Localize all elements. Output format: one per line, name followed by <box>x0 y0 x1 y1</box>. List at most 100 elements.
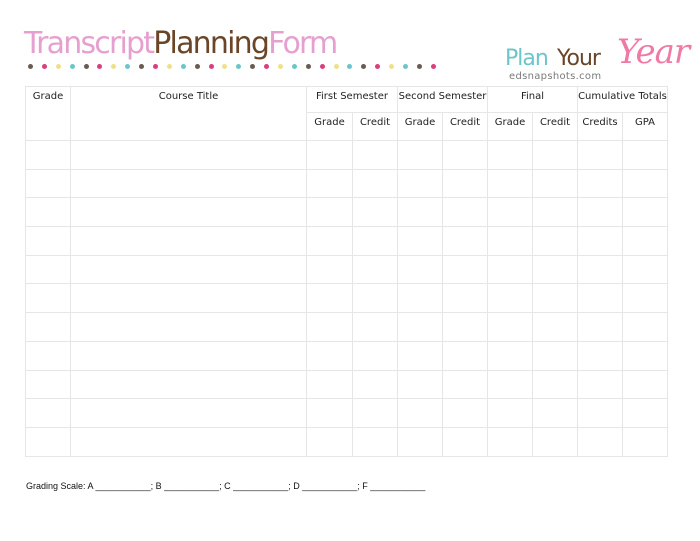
cell-second-grade[interactable] <box>397 140 443 170</box>
cell-first-credit[interactable] <box>352 398 398 428</box>
cell-second-grade[interactable] <box>397 426 443 457</box>
cell-first-credit[interactable] <box>352 340 398 371</box>
cell-first-grade[interactable] <box>306 140 353 170</box>
cell-first-credit[interactable] <box>352 283 398 314</box>
cell-second-grade[interactable] <box>397 168 443 199</box>
cell-final-credit[interactable] <box>532 340 578 371</box>
cell-final-credit[interactable] <box>532 283 578 314</box>
cell-final-credit[interactable] <box>532 398 578 428</box>
cell-second-credit[interactable] <box>442 426 488 457</box>
cell-cumulative-gpa[interactable] <box>622 197 668 228</box>
cell-grade[interactable] <box>25 226 71 256</box>
cell-first-credit[interactable] <box>352 254 398 285</box>
cell-second-credit[interactable] <box>442 168 488 199</box>
cell-final-credit[interactable] <box>532 369 578 400</box>
cell-second-credit[interactable] <box>442 398 488 428</box>
cell-final-grade[interactable] <box>487 426 533 457</box>
cell-second-credit[interactable] <box>442 283 488 314</box>
cell-grade[interactable] <box>25 283 71 314</box>
cell-cumulative-credits[interactable] <box>577 426 623 457</box>
cell-cumulative-gpa[interactable] <box>622 254 668 285</box>
cell-final-credit[interactable] <box>532 254 578 285</box>
cell-second-credit[interactable] <box>442 312 488 342</box>
cell-cumulative-gpa[interactable] <box>622 140 668 170</box>
cell-grade[interactable] <box>25 426 71 457</box>
cell-cumulative-gpa[interactable] <box>622 226 668 256</box>
cell-final-grade[interactable] <box>487 312 533 342</box>
cell-course-title[interactable] <box>70 226 307 256</box>
cell-course-title[interactable] <box>70 340 307 371</box>
cell-course-title[interactable] <box>70 398 307 428</box>
cell-second-credit[interactable] <box>442 369 488 400</box>
cell-second-credit[interactable] <box>442 254 488 285</box>
cell-cumulative-credits[interactable] <box>577 312 623 342</box>
cell-final-credit[interactable] <box>532 168 578 199</box>
cell-final-grade[interactable] <box>487 340 533 371</box>
cell-second-grade[interactable] <box>397 340 443 371</box>
cell-second-credit[interactable] <box>442 226 488 256</box>
cell-cumulative-gpa[interactable] <box>622 312 668 342</box>
cell-second-grade[interactable] <box>397 254 443 285</box>
cell-grade[interactable] <box>25 340 71 371</box>
cell-final-grade[interactable] <box>487 226 533 256</box>
cell-second-credit[interactable] <box>442 140 488 170</box>
cell-first-credit[interactable] <box>352 197 398 228</box>
cell-first-credit[interactable] <box>352 226 398 256</box>
cell-final-grade[interactable] <box>487 283 533 314</box>
cell-second-credit[interactable] <box>442 197 488 228</box>
cell-first-credit[interactable] <box>352 369 398 400</box>
cell-course-title[interactable] <box>70 140 307 170</box>
cell-grade[interactable] <box>25 254 71 285</box>
cell-grade[interactable] <box>25 398 71 428</box>
cell-final-grade[interactable] <box>487 398 533 428</box>
cell-first-grade[interactable] <box>306 369 353 400</box>
cell-first-credit[interactable] <box>352 312 398 342</box>
cell-cumulative-gpa[interactable] <box>622 340 668 371</box>
cell-first-grade[interactable] <box>306 168 353 199</box>
cell-grade[interactable] <box>25 140 71 170</box>
cell-first-grade[interactable] <box>306 398 353 428</box>
cell-first-credit[interactable] <box>352 140 398 170</box>
cell-final-credit[interactable] <box>532 226 578 256</box>
cell-second-grade[interactable] <box>397 369 443 400</box>
cell-cumulative-gpa[interactable] <box>622 168 668 199</box>
cell-cumulative-credits[interactable] <box>577 369 623 400</box>
cell-cumulative-gpa[interactable] <box>622 369 668 400</box>
cell-cumulative-credits[interactable] <box>577 340 623 371</box>
cell-final-grade[interactable] <box>487 140 533 170</box>
cell-cumulative-gpa[interactable] <box>622 426 668 457</box>
cell-course-title[interactable] <box>70 283 307 314</box>
cell-course-title[interactable] <box>70 369 307 400</box>
cell-cumulative-gpa[interactable] <box>622 398 668 428</box>
cell-first-grade[interactable] <box>306 197 353 228</box>
cell-course-title[interactable] <box>70 168 307 199</box>
cell-second-credit[interactable] <box>442 340 488 371</box>
cell-cumulative-credits[interactable] <box>577 254 623 285</box>
cell-first-grade[interactable] <box>306 426 353 457</box>
cell-final-grade[interactable] <box>487 254 533 285</box>
cell-course-title[interactable] <box>70 197 307 228</box>
cell-final-credit[interactable] <box>532 197 578 228</box>
cell-cumulative-credits[interactable] <box>577 226 623 256</box>
cell-first-credit[interactable] <box>352 168 398 199</box>
cell-first-grade[interactable] <box>306 254 353 285</box>
cell-final-credit[interactable] <box>532 426 578 457</box>
cell-second-grade[interactable] <box>397 398 443 428</box>
cell-grade[interactable] <box>25 168 71 199</box>
cell-first-grade[interactable] <box>306 226 353 256</box>
cell-first-grade[interactable] <box>306 340 353 371</box>
cell-final-credit[interactable] <box>532 140 578 170</box>
cell-cumulative-credits[interactable] <box>577 168 623 199</box>
cell-first-grade[interactable] <box>306 283 353 314</box>
cell-final-grade[interactable] <box>487 369 533 400</box>
cell-second-grade[interactable] <box>397 283 443 314</box>
cell-grade[interactable] <box>25 369 71 400</box>
cell-cumulative-credits[interactable] <box>577 140 623 170</box>
cell-cumulative-credits[interactable] <box>577 197 623 228</box>
cell-second-grade[interactable] <box>397 226 443 256</box>
cell-course-title[interactable] <box>70 254 307 285</box>
cell-second-grade[interactable] <box>397 312 443 342</box>
cell-final-grade[interactable] <box>487 168 533 199</box>
cell-course-title[interactable] <box>70 312 307 342</box>
cell-cumulative-credits[interactable] <box>577 398 623 428</box>
